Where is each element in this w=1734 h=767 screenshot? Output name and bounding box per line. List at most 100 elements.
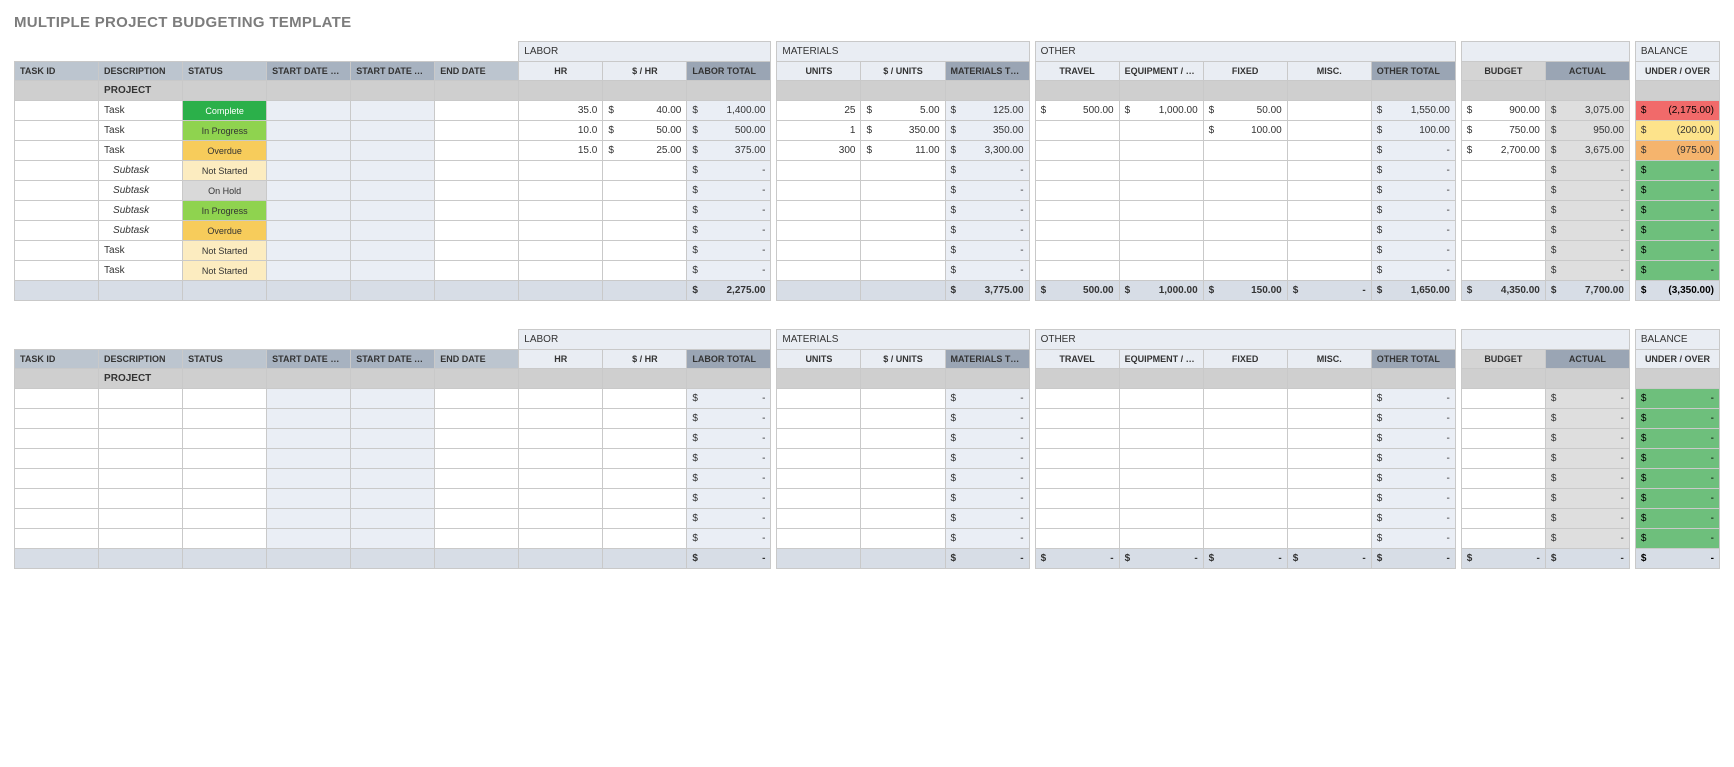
cell-equipment[interactable] bbox=[1119, 161, 1203, 181]
cell-per-hr[interactable]: $50.00 bbox=[603, 121, 687, 141]
cell-equipment[interactable] bbox=[1119, 121, 1203, 141]
cell-fixed[interactable] bbox=[1203, 201, 1287, 221]
cell-status[interactable]: Not Started bbox=[183, 161, 267, 181]
cell-status[interactable] bbox=[183, 449, 267, 469]
cell-misc[interactable] bbox=[1287, 529, 1371, 549]
cell-misc[interactable] bbox=[1287, 509, 1371, 529]
section-label[interactable]: PROJECT bbox=[99, 81, 183, 101]
cell-end-date[interactable] bbox=[435, 449, 519, 469]
col-per-hr[interactable]: $ / HR bbox=[603, 350, 687, 369]
cell-per-hr[interactable]: $25.00 bbox=[603, 141, 687, 161]
cell-description[interactable] bbox=[99, 489, 183, 509]
cell-budget[interactable] bbox=[1461, 261, 1545, 281]
col-misc[interactable]: MISC. bbox=[1287, 62, 1371, 81]
cell-units[interactable]: 1 bbox=[777, 121, 861, 141]
cell-task-id[interactable] bbox=[15, 509, 99, 529]
cell-equipment[interactable] bbox=[1119, 141, 1203, 161]
cell-per-hr[interactable] bbox=[603, 261, 687, 281]
cell-misc[interactable] bbox=[1287, 141, 1371, 161]
cell-status[interactable] bbox=[183, 429, 267, 449]
cell-budget[interactable] bbox=[1461, 389, 1545, 409]
cell-fixed[interactable] bbox=[1203, 389, 1287, 409]
cell-per-unit[interactable] bbox=[861, 429, 945, 449]
cell-per-unit[interactable] bbox=[861, 529, 945, 549]
cell-status[interactable]: Overdue bbox=[183, 141, 267, 161]
cell-misc[interactable] bbox=[1287, 201, 1371, 221]
cell-start-actual[interactable] bbox=[351, 261, 435, 281]
cell-end-date[interactable] bbox=[435, 221, 519, 241]
col-equipment[interactable]: EQUIPMENT / SPACE bbox=[1119, 62, 1203, 81]
cell-travel[interactable] bbox=[1035, 141, 1119, 161]
cell-travel[interactable] bbox=[1035, 181, 1119, 201]
col-start-planned[interactable]: START DATE PLANNED bbox=[267, 62, 351, 81]
cell-description[interactable]: Task bbox=[99, 121, 183, 141]
cell-equipment[interactable] bbox=[1119, 409, 1203, 429]
cell-per-hr[interactable] bbox=[603, 469, 687, 489]
col-equipment[interactable]: EQUIPMENT / SPACE bbox=[1119, 350, 1203, 369]
cell-travel[interactable] bbox=[1035, 449, 1119, 469]
cell-units[interactable] bbox=[777, 181, 861, 201]
col-travel[interactable]: TRAVEL bbox=[1035, 62, 1119, 81]
cell-status[interactable]: Not Started bbox=[183, 241, 267, 261]
cell-description[interactable] bbox=[99, 449, 183, 469]
cell-per-unit[interactable] bbox=[861, 261, 945, 281]
cell-per-unit[interactable] bbox=[861, 509, 945, 529]
cell-misc[interactable] bbox=[1287, 389, 1371, 409]
cell-budget[interactable] bbox=[1461, 221, 1545, 241]
cell-description[interactable] bbox=[99, 429, 183, 449]
cell-fixed[interactable]: $50.00 bbox=[1203, 101, 1287, 121]
cell-per-hr[interactable] bbox=[603, 221, 687, 241]
cell-task-id[interactable] bbox=[15, 121, 99, 141]
cell-end-date[interactable] bbox=[435, 241, 519, 261]
cell-misc[interactable] bbox=[1287, 489, 1371, 509]
col-per-unit[interactable]: $ / UNITS bbox=[861, 62, 945, 81]
cell-status[interactable]: In Progress bbox=[183, 201, 267, 221]
cell-per-unit[interactable] bbox=[861, 241, 945, 261]
col-hr[interactable]: HR bbox=[519, 62, 603, 81]
cell-end-date[interactable] bbox=[435, 121, 519, 141]
col-units[interactable]: UNITS bbox=[777, 62, 861, 81]
cell-travel[interactable] bbox=[1035, 409, 1119, 429]
cell-end-date[interactable] bbox=[435, 201, 519, 221]
cell-per-hr[interactable] bbox=[603, 161, 687, 181]
col-actual[interactable]: ACTUAL bbox=[1545, 350, 1629, 369]
col-description[interactable]: DESCRIPTION bbox=[99, 62, 183, 81]
col-per-unit[interactable]: $ / UNITS bbox=[861, 350, 945, 369]
cell-units[interactable] bbox=[777, 409, 861, 429]
cell-equipment[interactable] bbox=[1119, 261, 1203, 281]
col-hr[interactable]: HR bbox=[519, 350, 603, 369]
cell-task-id[interactable] bbox=[15, 241, 99, 261]
cell-fixed[interactable] bbox=[1203, 161, 1287, 181]
cell-end-date[interactable] bbox=[435, 529, 519, 549]
cell-description[interactable]: Subtask bbox=[99, 221, 183, 241]
cell-fixed[interactable] bbox=[1203, 469, 1287, 489]
cell-end-date[interactable] bbox=[435, 509, 519, 529]
cell-hr[interactable] bbox=[519, 509, 603, 529]
col-labor-total[interactable]: LABOR TOTAL bbox=[687, 62, 771, 81]
cell-misc[interactable] bbox=[1287, 221, 1371, 241]
cell-task-id[interactable] bbox=[15, 101, 99, 121]
cell-description[interactable]: Task bbox=[99, 101, 183, 121]
col-start-planned[interactable]: START DATE PLANNED bbox=[267, 350, 351, 369]
col-description[interactable]: DESCRIPTION bbox=[99, 350, 183, 369]
cell-per-unit[interactable]: $11.00 bbox=[861, 141, 945, 161]
col-actual[interactable]: ACTUAL bbox=[1545, 62, 1629, 81]
cell-equipment[interactable] bbox=[1119, 389, 1203, 409]
cell-hr[interactable] bbox=[519, 409, 603, 429]
cell-start-planned[interactable] bbox=[267, 181, 351, 201]
cell-misc[interactable] bbox=[1287, 449, 1371, 469]
cell-fixed[interactable] bbox=[1203, 181, 1287, 201]
cell-travel[interactable] bbox=[1035, 261, 1119, 281]
cell-hr[interactable] bbox=[519, 469, 603, 489]
cell-start-planned[interactable] bbox=[267, 221, 351, 241]
cell-start-actual[interactable] bbox=[351, 181, 435, 201]
cell-units[interactable] bbox=[777, 509, 861, 529]
cell-units[interactable] bbox=[777, 489, 861, 509]
col-materials-total[interactable]: MATERIALS TOTAL bbox=[945, 350, 1029, 369]
cell-start-planned[interactable] bbox=[267, 429, 351, 449]
cell-per-unit[interactable] bbox=[861, 221, 945, 241]
cell-budget[interactable] bbox=[1461, 161, 1545, 181]
cell-task-id[interactable] bbox=[15, 489, 99, 509]
cell-budget[interactable] bbox=[1461, 469, 1545, 489]
col-other-total[interactable]: OTHER TOTAL bbox=[1371, 62, 1455, 81]
